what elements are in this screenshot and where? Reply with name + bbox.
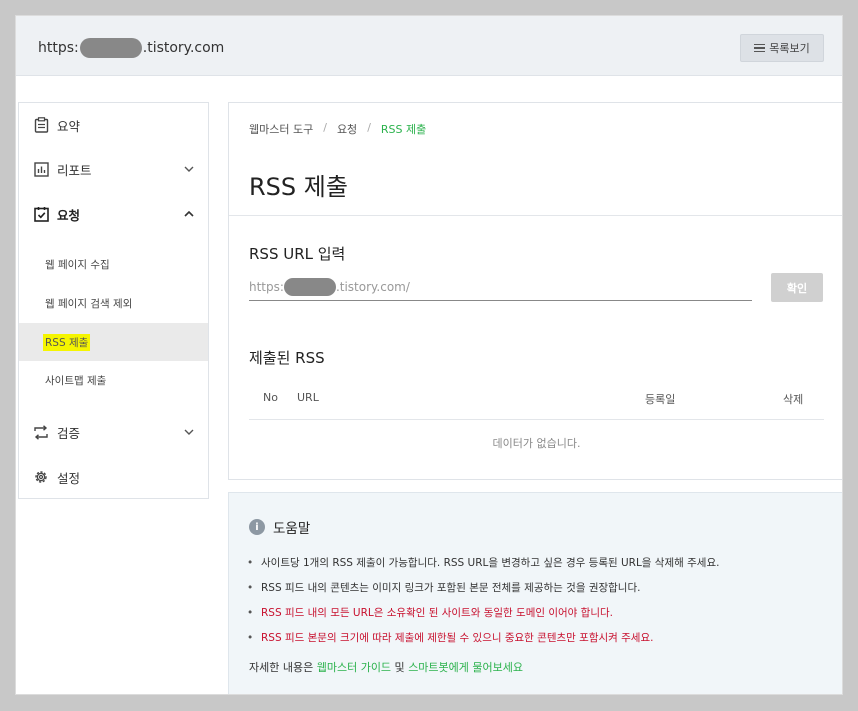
webmaster-guide-link[interactable]: 웹마스터 가이드: [317, 661, 391, 674]
sidebar-item-verify[interactable]: 검증: [19, 414, 208, 450]
help-footer: 자세한 내용은 웹마스터 가이드 및 스마트봇에게 물어보세요: [249, 659, 523, 675]
list-view-button[interactable]: 목록보기: [740, 34, 824, 62]
help-footer-prefix: 자세한 내용은: [249, 661, 317, 674]
sidebar-item-label: 리포트: [57, 162, 92, 178]
sidebar-item-settings[interactable]: 설정: [19, 459, 208, 495]
rss-submit-panel: 웹마스터 도구 / 요청 / RSS 제출 RSS 제출 RSS URL 입력 …: [228, 102, 842, 480]
help-item: RSS 피드 내의 콘텐츠는 이미지 링크가 포함된 본문 전체를 제공하는 것…: [247, 576, 719, 601]
breadcrumb-item[interactable]: 요청: [337, 121, 357, 137]
column-header-url: URL: [297, 391, 319, 404]
breadcrumb-separator: /: [323, 121, 327, 134]
redacted-mask: [283, 277, 336, 296]
redacted-mask: [79, 38, 142, 58]
site-url-suffix: .tistory.com: [142, 40, 225, 56]
help-title: i 도움말: [249, 517, 310, 537]
help-panel: i 도움말 사이트당 1개의 RSS 제출이 가능합니다. RSS URL을 변…: [228, 492, 842, 694]
breadcrumb-current: RSS 제출: [380, 123, 427, 136]
column-header-no: No: [263, 391, 278, 404]
sidebar-subitem-web-exclude[interactable]: 웹 페이지 검색 제외: [19, 284, 208, 322]
sidebar-item-label: 검증: [57, 425, 81, 441]
empty-message: 데이터가 없습니다.: [492, 437, 581, 450]
rss-input-suffix: .tistory.com/: [335, 279, 410, 294]
help-item: 사이트당 1개의 RSS 제출이 가능합니다. RSS URL을 변경하고 싶은…: [247, 551, 719, 576]
info-icon: i: [249, 519, 265, 535]
site-url: https: .tistory.com: [38, 38, 224, 58]
list-icon: [754, 43, 766, 53]
sidebar-item-summary[interactable]: 요약: [19, 107, 208, 143]
breadcrumb: 웹마스터 도구 / 요청 / RSS 제출: [249, 121, 426, 137]
gear-icon: [33, 469, 49, 485]
sidebar-subitem-sitemap-submit[interactable]: 사이트맵 제출: [19, 361, 208, 399]
page-title: RSS 제출: [249, 173, 348, 201]
help-title-label: 도움말: [273, 521, 311, 537]
column-header-delete: 삭제: [783, 393, 804, 406]
repeat-icon: [33, 424, 49, 440]
chevron-down-icon[interactable]: [184, 427, 194, 437]
sidebar-item-report[interactable]: 리포트: [19, 151, 208, 187]
rss-input-prefix: https:: [249, 279, 284, 294]
breadcrumb-item[interactable]: 웹마스터 도구: [249, 121, 313, 137]
list-view-label: 목록보기: [769, 42, 810, 55]
sidebar-item-label: 요약: [57, 118, 81, 134]
chevron-down-icon[interactable]: [184, 164, 194, 174]
clipboard-icon: [33, 117, 49, 133]
table-header: No URL 등록일 삭제: [249, 379, 824, 420]
rss-url-label: RSS URL 입력: [249, 245, 346, 263]
column-header-date: 등록일: [645, 393, 676, 406]
checklist-icon: [33, 206, 49, 222]
help-footer-mid: 및: [391, 661, 409, 674]
sidebar-subitem-label: RSS 제출: [43, 333, 91, 351]
chevron-up-icon[interactable]: [184, 209, 194, 219]
chart-icon: [33, 161, 49, 177]
confirm-button[interactable]: 확인: [771, 273, 823, 302]
sidebar-subitem-rss-submit[interactable]: RSS 제출: [19, 323, 208, 361]
help-item-warning: RSS 피드 내의 모든 URL은 소유확인 된 사이트와 동일한 도메인 이어…: [247, 601, 719, 626]
sidebar-item-label: 요청: [57, 207, 81, 223]
breadcrumb-separator: /: [367, 121, 371, 134]
top-bar: https: .tistory.com 목록보기: [16, 16, 842, 76]
sidebar-subitem-label: 웹 페이지 수집: [45, 258, 110, 271]
submitted-rss-title: 제출된 RSS: [249, 349, 325, 367]
rss-url-input[interactable]: https: .tistory.com/: [249, 273, 752, 301]
sidebar-item-request[interactable]: 요청: [19, 196, 208, 232]
divider: [229, 215, 842, 216]
sidebar-subitem-label: 웹 페이지 검색 제외: [45, 297, 133, 310]
sidebar-item-label: 설정: [57, 470, 81, 486]
help-list: 사이트당 1개의 RSS 제출이 가능합니다. RSS URL을 변경하고 싶은…: [247, 551, 719, 651]
help-item-warning: RSS 피드 본문의 크기에 따라 제출에 제한될 수 있으니 중요한 콘텐츠만…: [247, 626, 719, 651]
sidebar-subitem-label: 사이트맵 제출: [45, 374, 107, 387]
site-url-prefix: https:: [38, 40, 79, 56]
smartbot-link[interactable]: 스마트봇에게 물어보세요: [408, 661, 523, 674]
sidebar-subitem-web-collect[interactable]: 웹 페이지 수집: [19, 245, 208, 283]
webmaster-window: https: .tistory.com 목록보기 요약 리포트 요청 웹 페이지…: [15, 15, 843, 695]
sidebar: 요약 리포트 요청 웹 페이지 수집 웹 페이지 검색 제외 RSS 제출 사이…: [18, 102, 209, 499]
